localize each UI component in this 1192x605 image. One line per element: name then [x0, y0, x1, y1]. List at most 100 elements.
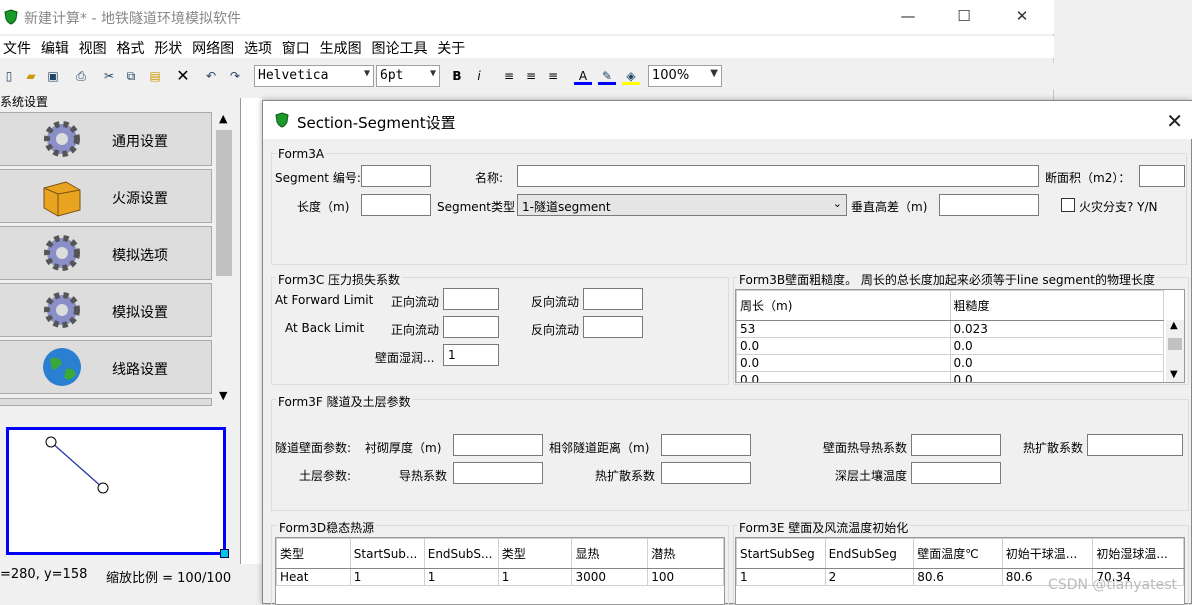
- menu-about[interactable]: 关于: [434, 36, 468, 60]
- table-cell[interactable]: 2: [824, 568, 915, 586]
- menu-shape[interactable]: 形状: [151, 36, 185, 60]
- menu-graph-tools[interactable]: 图论工具: [368, 36, 430, 60]
- table-cell[interactable]: 100: [647, 568, 724, 586]
- copy-icon[interactable]: ⧉: [122, 67, 140, 85]
- simulation-settings-button[interactable]: 模拟设置: [0, 283, 212, 337]
- menu-generate[interactable]: 生成图: [317, 36, 365, 60]
- wetted-wall-input[interactable]: 1: [443, 344, 499, 366]
- cut-icon[interactable]: ✂: [100, 67, 118, 85]
- align-center-icon[interactable]: ≡: [522, 67, 540, 85]
- delete-icon[interactable]: ✕: [174, 67, 192, 85]
- chevron-down-icon[interactable]: ▼: [219, 389, 227, 402]
- column-header[interactable]: 初始湿球温...: [1092, 538, 1184, 569]
- scrollbar-thumb[interactable]: [1168, 338, 1182, 350]
- font-color-icon[interactable]: A: [574, 67, 592, 85]
- wall-conductivity-input[interactable]: [911, 434, 1001, 456]
- table-cell[interactable]: 0.0: [949, 337, 1164, 355]
- table-cell[interactable]: 0.0: [736, 354, 951, 372]
- column-header[interactable]: StartSub...: [349, 538, 425, 569]
- column-header[interactable]: 显热: [571, 538, 649, 569]
- menu-file[interactable]: 文件: [0, 36, 34, 60]
- length-input[interactable]: [361, 194, 431, 216]
- bold-icon[interactable]: B: [448, 67, 466, 85]
- font-family-select[interactable]: Helvetica ▼: [254, 65, 374, 87]
- table-row[interactable]: 0.0 0.0: [736, 354, 1164, 372]
- menu-edit[interactable]: 编辑: [38, 36, 72, 60]
- fire-branch-checkbox[interactable]: [1061, 198, 1075, 212]
- left-scrollbar[interactable]: ▲ ▼: [214, 110, 234, 406]
- table-cell[interactable]: 53: [736, 320, 951, 338]
- italic-icon[interactable]: i: [470, 67, 488, 85]
- font-size-select[interactable]: 6pt ▼: [376, 65, 440, 87]
- table-cell[interactable]: 1: [423, 568, 499, 586]
- column-header[interactable]: StartSubSeg: [736, 538, 826, 569]
- table-cell[interactable]: 1: [497, 568, 573, 586]
- save-icon[interactable]: ▣: [44, 67, 62, 85]
- forward-negative-input[interactable]: [583, 288, 643, 310]
- menu-window[interactable]: 窗口: [279, 36, 313, 60]
- lining-thickness-input[interactable]: [453, 434, 543, 456]
- chevron-up-icon[interactable]: ▲: [219, 112, 227, 125]
- general-settings-button[interactable]: 通用设置: [0, 112, 212, 166]
- column-header-roughness[interactable]: 粗糙度: [949, 290, 1164, 321]
- table-cell[interactable]: 3000: [571, 568, 649, 586]
- soil-conductivity-input[interactable]: [453, 462, 543, 484]
- table-cell[interactable]: 0.0: [949, 371, 1164, 382]
- scrollbar-thumb[interactable]: [216, 130, 232, 276]
- soil-diffusivity-input[interactable]: [661, 462, 751, 484]
- menu-network[interactable]: 网络图: [189, 36, 237, 60]
- overview-preview[interactable]: [6, 427, 229, 558]
- column-header[interactable]: 类型: [497, 538, 573, 569]
- new-file-icon[interactable]: ▯: [0, 67, 18, 85]
- fill-color-icon[interactable]: ◈: [622, 67, 640, 85]
- undo-icon[interactable]: ↶: [202, 67, 220, 85]
- segment-type-select[interactable]: 1-隧道segment ⌄: [517, 194, 847, 216]
- table-row[interactable]: Heat 1 1 1 3000 100: [276, 568, 724, 586]
- print-icon[interactable]: ⎙: [72, 67, 90, 85]
- column-header[interactable]: 壁面温度℃: [913, 538, 1003, 569]
- back-positive-input[interactable]: [443, 316, 499, 338]
- open-folder-icon[interactable]: ▰: [22, 67, 40, 85]
- table-cell[interactable]: 0.0: [736, 371, 951, 382]
- adjacent-distance-input[interactable]: [661, 434, 751, 456]
- wall-diffusivity-input[interactable]: [1087, 434, 1183, 456]
- resize-handle[interactable]: [220, 549, 229, 558]
- dialog-close-button[interactable]: ✕: [1166, 109, 1183, 133]
- menu-view[interactable]: 视图: [76, 36, 110, 60]
- column-header-perimeter[interactable]: 周长（m): [736, 290, 951, 321]
- height-diff-input[interactable]: [939, 194, 1039, 216]
- maximize-button[interactable]: ☐: [952, 6, 976, 26]
- table-cell[interactable]: 1: [736, 568, 826, 586]
- chevron-down-icon[interactable]: ▼: [1170, 369, 1178, 380]
- zoom-select[interactable]: 100% ▼: [648, 65, 722, 87]
- simulation-options-button[interactable]: 模拟选项: [0, 226, 212, 280]
- align-right-icon[interactable]: ≡: [544, 67, 562, 85]
- table-row[interactable]: 0.0 0.0: [736, 337, 1164, 355]
- area-input[interactable]: [1139, 165, 1185, 187]
- column-header[interactable]: 潜热: [647, 538, 724, 569]
- line-color-icon[interactable]: ✎: [598, 67, 616, 85]
- table-cell[interactable]: 0.023: [949, 320, 1164, 338]
- column-header[interactable]: 类型: [276, 538, 351, 569]
- menu-format[interactable]: 格式: [113, 36, 147, 60]
- table-cell[interactable]: 0.0: [949, 354, 1164, 372]
- back-negative-input[interactable]: [583, 316, 643, 338]
- redo-icon[interactable]: ↷: [226, 67, 244, 85]
- align-left-icon[interactable]: ≡: [500, 67, 518, 85]
- column-header[interactable]: EndSubS...: [423, 538, 499, 569]
- deep-soil-temp-input[interactable]: [911, 462, 1001, 484]
- table-cell[interactable]: 0.0: [736, 337, 951, 355]
- forward-positive-input[interactable]: [443, 288, 499, 310]
- column-header[interactable]: 初始干球温...: [1001, 538, 1094, 569]
- segment-number-input[interactable]: [361, 165, 431, 187]
- minimize-button[interactable]: —: [896, 6, 920, 26]
- table-row[interactable]: 53 0.023: [736, 320, 1164, 338]
- close-button[interactable]: ✕: [1010, 6, 1034, 26]
- roughness-table-scrollbar[interactable]: ▲ ▼: [1166, 320, 1184, 382]
- line-settings-button[interactable]: 线路设置: [0, 340, 212, 394]
- table-row[interactable]: 0.0 0.0: [736, 371, 1164, 382]
- column-header[interactable]: EndSubSeg: [824, 538, 915, 569]
- table-cell[interactable]: 1: [349, 568, 425, 586]
- chevron-up-icon[interactable]: ▲: [1170, 320, 1178, 331]
- menu-options[interactable]: 选项: [241, 36, 275, 60]
